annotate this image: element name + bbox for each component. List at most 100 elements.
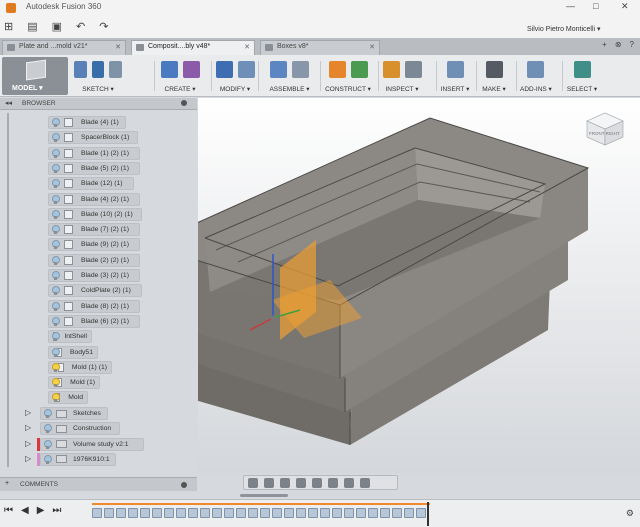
visibility-bulb-icon[interactable] xyxy=(49,254,61,267)
pan-icon[interactable] xyxy=(280,477,290,488)
new-tab-icon[interactable]: + xyxy=(602,40,607,49)
visibility-bulb-icon[interactable] xyxy=(49,376,61,389)
toolbar-group-inspect[interactable]: INSPECT ▾ xyxy=(382,59,422,93)
tool-icon[interactable] xyxy=(91,60,105,78)
timeline-feature-icon[interactable] xyxy=(272,508,282,518)
visibility-bulb-icon[interactable] xyxy=(49,330,66,343)
close-button[interactable]: ✕ xyxy=(621,1,629,12)
timeline-feature-icon[interactable] xyxy=(332,508,342,518)
timeline-feature-icon[interactable] xyxy=(260,508,270,518)
visibility-bulb-icon[interactable] xyxy=(41,407,53,420)
toolbar-group-assemble[interactable]: ASSEMBLE ▾ xyxy=(262,59,317,93)
browser-body-item[interactable]: IntShell xyxy=(48,330,92,344)
visibility-bulb-icon[interactable] xyxy=(49,238,61,251)
save-icon[interactable]: ▣ xyxy=(52,20,62,33)
timeline-feature-icon[interactable] xyxy=(308,508,318,518)
expand-node-icon[interactable]: ▷ xyxy=(25,408,31,417)
expand-node-icon[interactable]: ▷ xyxy=(25,454,31,463)
data-panel-icon[interactable]: ⊞ xyxy=(4,20,13,33)
undo-icon[interactable]: ↶ xyxy=(76,20,85,33)
browser-body-item[interactable]: Blade (12) (1) xyxy=(48,177,134,191)
maximize-button[interactable]: □ xyxy=(593,1,598,11)
timeline-feature-icon[interactable] xyxy=(188,508,198,518)
tool-icon[interactable] xyxy=(573,60,591,78)
browser-body-item[interactable]: Blade (10) (2) (1) xyxy=(48,207,142,221)
browser-pin-icon[interactable] xyxy=(181,100,187,106)
toolbar-group-construct[interactable]: CONSTRUCT ▾ xyxy=(324,59,372,93)
timeline-marker[interactable] xyxy=(427,502,429,526)
browser-body-item[interactable]: Mold (1) xyxy=(48,376,100,390)
tool-icon[interactable] xyxy=(237,60,255,78)
timeline-feature-icon[interactable] xyxy=(404,508,414,518)
browser-folder-item[interactable]: Construction xyxy=(40,422,120,436)
file-menu-icon[interactable]: ▤ xyxy=(27,20,37,33)
tool-icon[interactable] xyxy=(215,60,233,78)
tool-icon[interactable] xyxy=(182,60,200,78)
tool-icon[interactable] xyxy=(350,60,368,78)
timeline-feature-icon[interactable] xyxy=(92,508,102,518)
timeline-feature-icon[interactable] xyxy=(104,508,114,518)
browser-body-item[interactable]: Blade (7) (2) (1) xyxy=(48,223,140,237)
tool-icon[interactable] xyxy=(270,60,287,78)
visibility-bulb-icon[interactable] xyxy=(41,438,53,451)
browser-body-item[interactable]: Body51 xyxy=(48,345,98,359)
timeline-feature-icon[interactable] xyxy=(140,508,150,518)
visibility-bulb-icon[interactable] xyxy=(49,284,61,297)
expand-node-icon[interactable]: ▷ xyxy=(25,439,31,448)
visibility-bulb-icon[interactable] xyxy=(49,346,61,359)
redo-icon[interactable]: ↷ xyxy=(99,20,108,33)
timeline-feature-icon[interactable] xyxy=(284,508,294,518)
timeline-feature-icon[interactable] xyxy=(152,508,162,518)
viewports-icon[interactable] xyxy=(360,477,370,488)
timeline-feature-icon[interactable] xyxy=(392,508,402,518)
visibility-bulb-icon[interactable] xyxy=(41,453,53,466)
browser-folder-item[interactable]: Sketches xyxy=(40,407,108,420)
visibility-bulb-icon[interactable] xyxy=(49,208,61,221)
browser-body-item[interactable]: Mold (1) (1) xyxy=(48,360,112,374)
toolbar-group-insert[interactable]: INSERT ▾ xyxy=(440,59,470,93)
close-tab-icon[interactable]: ✕ xyxy=(115,43,121,51)
browser-body-item[interactable]: Mold xyxy=(48,391,88,405)
timeline-start-icon[interactable]: ⏮ xyxy=(4,505,13,516)
timeline-feature-icon[interactable] xyxy=(356,508,366,518)
help-icon[interactable]: ? xyxy=(630,40,634,49)
visibility-bulb-icon[interactable] xyxy=(49,162,61,175)
timeline-feature-icon[interactable] xyxy=(296,508,306,518)
tool-icon[interactable] xyxy=(526,60,544,78)
close-tab-icon[interactable]: ✕ xyxy=(369,43,375,51)
browser-body-item[interactable]: ColdPlate (2) (1) xyxy=(48,284,142,298)
orbit-icon[interactable] xyxy=(248,477,258,488)
visibility-bulb-icon[interactable] xyxy=(49,147,61,160)
timeline-feature-icon[interactable] xyxy=(344,508,354,518)
visibility-bulb-icon[interactable] xyxy=(49,193,61,206)
visibility-bulb-icon[interactable] xyxy=(49,269,61,282)
timeline-play-icon[interactable]: ▶ xyxy=(37,505,45,516)
timeline-feature-icon[interactable] xyxy=(380,508,390,518)
browser-body-item[interactable]: Blade (1) (2) (1) xyxy=(48,146,140,160)
expand-comments-icon[interactable]: + xyxy=(5,480,9,487)
comments-pin-icon[interactable] xyxy=(181,482,187,488)
tab-boxes[interactable]: Boxes v8* ✕ xyxy=(260,40,380,55)
timeline-end-icon[interactable]: ⏭ xyxy=(52,505,61,516)
toolbar-group-add-ins[interactable]: ADD-INS ▾ xyxy=(520,59,552,93)
timeline-back-icon[interactable]: ◀ xyxy=(21,505,29,516)
browser-body-item[interactable]: Blade (3) (2) (1) xyxy=(48,269,140,282)
timeline-feature-icon[interactable] xyxy=(128,508,138,518)
close-tab-icon[interactable]: ✕ xyxy=(244,43,250,51)
browser-body-item[interactable]: Blade (8) (2) (1) xyxy=(48,299,140,313)
job-status-icon[interactable]: ⊗ xyxy=(615,40,622,49)
tool-icon[interactable] xyxy=(74,60,87,78)
comments-panel[interactable]: + COMMENTS xyxy=(0,477,197,491)
timeline-feature-icon[interactable] xyxy=(200,508,210,518)
toolbar-group-create[interactable]: CREATE ▾ xyxy=(158,59,202,93)
tool-icon[interactable] xyxy=(109,60,123,78)
3d-viewport[interactable] xyxy=(198,98,640,473)
browser-body-item[interactable]: SpacerBlock (1) xyxy=(48,131,138,145)
timeline-feature-icon[interactable] xyxy=(212,508,222,518)
browser-folder-item[interactable]: Volume study v2:1 xyxy=(40,437,144,451)
browser-body-item[interactable]: Blade (2) (2) (1) xyxy=(48,253,140,267)
timeline-settings-icon[interactable]: ⚙ xyxy=(626,508,634,519)
visibility-bulb-icon[interactable] xyxy=(49,223,61,236)
tool-icon[interactable] xyxy=(160,60,178,78)
tool-icon[interactable] xyxy=(382,60,400,78)
